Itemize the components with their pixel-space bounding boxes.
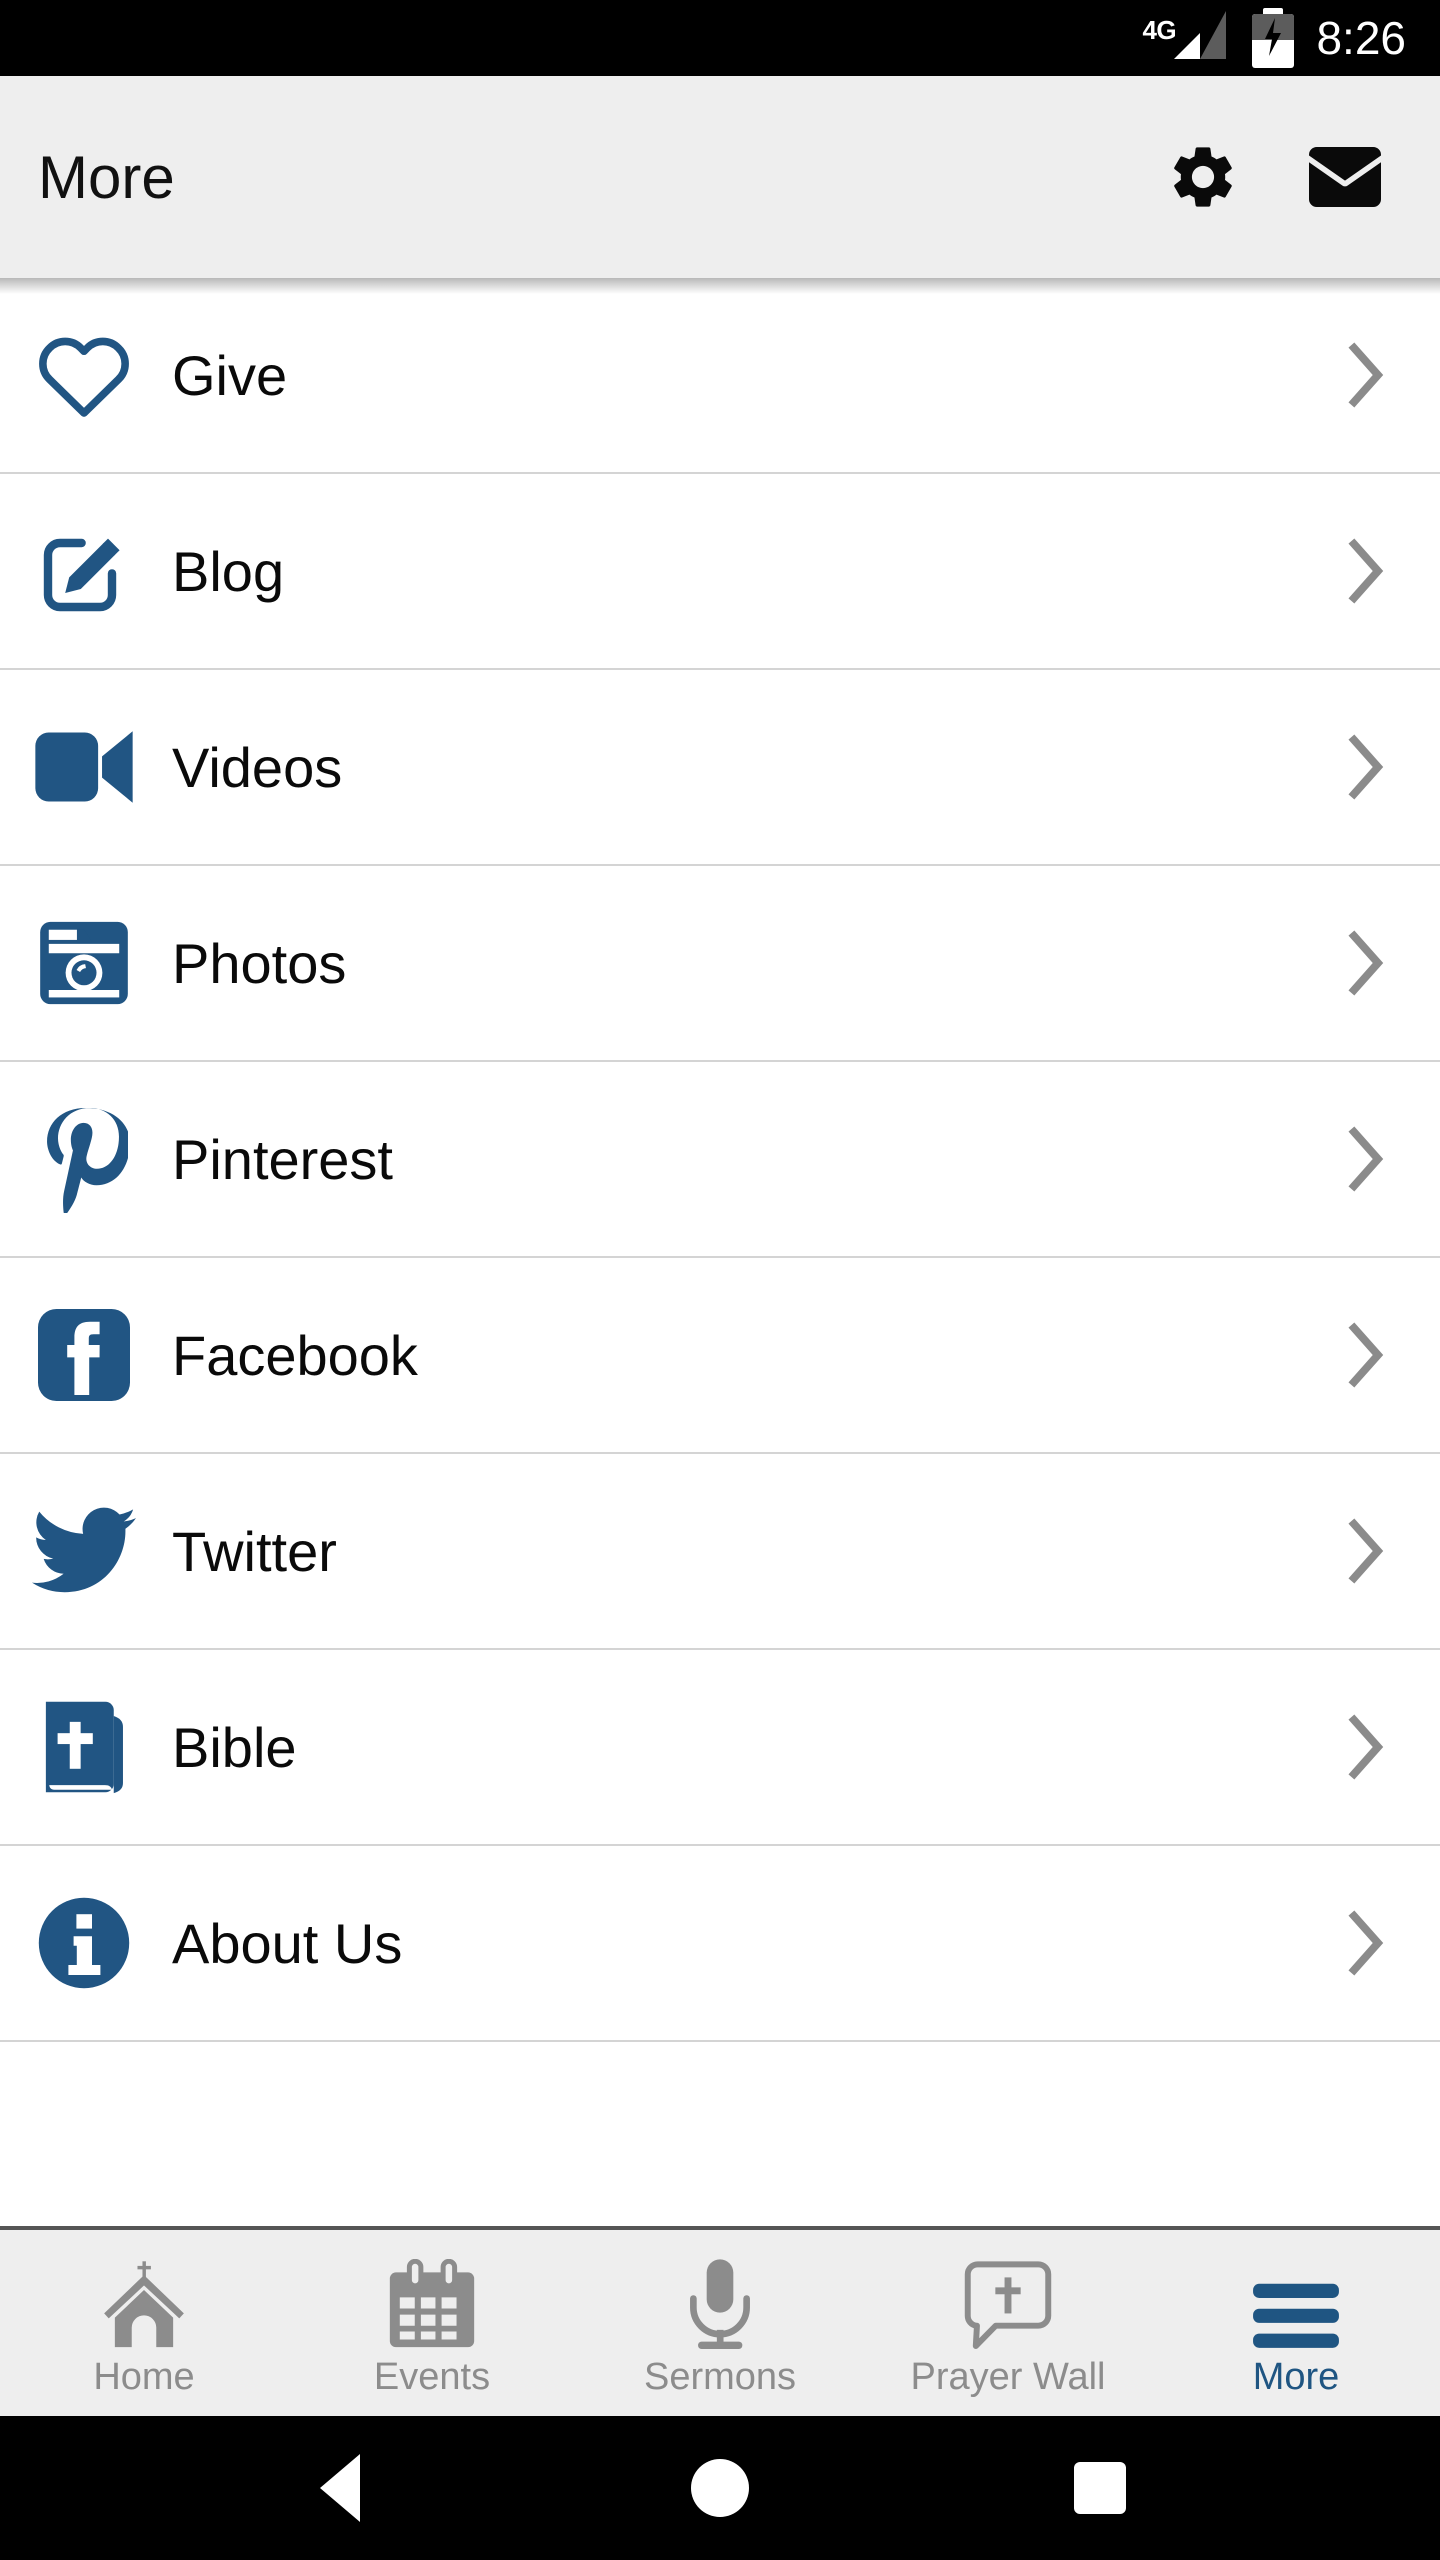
chevron-right-icon bbox=[1336, 1515, 1396, 1587]
list-item-bible[interactable]: Bible bbox=[0, 1650, 1440, 1846]
list-item-blog[interactable]: Blog bbox=[0, 474, 1440, 670]
list-item-label: Facebook bbox=[172, 1323, 418, 1387]
tab-prayer-wall[interactable]: Prayer Wall bbox=[864, 2230, 1152, 2416]
status-bar: 4G 8:26 bbox=[0, 0, 1440, 76]
church-icon bbox=[98, 2255, 190, 2351]
tab-sermons[interactable]: Sermons bbox=[576, 2230, 864, 2416]
microphone-icon bbox=[684, 2255, 756, 2351]
tab-more[interactable]: More bbox=[1152, 2230, 1440, 2416]
status-bar-indicators: 4G 8:26 bbox=[1140, 8, 1406, 68]
envelope-icon[interactable] bbox=[1308, 140, 1382, 214]
camera-icon bbox=[0, 865, 168, 1061]
list-item-label: Videos bbox=[172, 735, 343, 799]
list-item-label: About Us bbox=[172, 1911, 403, 1975]
network-type-label: 4G bbox=[1142, 15, 1177, 45]
chevron-right-icon bbox=[1336, 535, 1396, 607]
tab-home[interactable]: Home bbox=[0, 2230, 288, 2416]
home-circle-icon[interactable] bbox=[660, 2428, 780, 2548]
facebook-icon bbox=[0, 1257, 168, 1453]
list-item-label: Bible bbox=[172, 1715, 297, 1779]
tab-label: More bbox=[1252, 2356, 1340, 2399]
hamburger-menu-icon bbox=[1250, 2255, 1342, 2351]
tab-label: Events bbox=[373, 2356, 491, 2399]
twitter-bird-icon bbox=[0, 1453, 168, 1649]
signal-triangle-icon bbox=[1174, 11, 1227, 59]
chevron-right-icon bbox=[1336, 1123, 1396, 1195]
more-menu-list: Give Blog Videos Photos Pinterest Facebo… bbox=[0, 278, 1440, 2226]
list-item-pinterest[interactable]: Pinterest bbox=[0, 1062, 1440, 1258]
info-circle-icon bbox=[0, 1845, 168, 2041]
list-item-facebook[interactable]: Facebook bbox=[0, 1258, 1440, 1454]
list-item-about-us[interactable]: About Us bbox=[0, 1846, 1440, 2042]
list-item-give[interactable]: Give bbox=[0, 278, 1440, 474]
tab-label: Home bbox=[93, 2356, 195, 2399]
status-bar-clock: 8:26 bbox=[1316, 12, 1406, 64]
list-item-label: Give bbox=[172, 343, 288, 407]
chevron-right-icon bbox=[1336, 731, 1396, 803]
list-item-label: Twitter bbox=[172, 1519, 337, 1583]
tab-label: Sermons bbox=[643, 2356, 797, 2399]
tab-label: Prayer Wall bbox=[910, 2356, 1106, 2399]
pinterest-icon bbox=[0, 1061, 168, 1257]
chevron-right-icon bbox=[1336, 339, 1396, 411]
video-camera-icon bbox=[0, 669, 168, 865]
app-header: More bbox=[0, 76, 1440, 294]
chevron-right-icon bbox=[1336, 1711, 1396, 1783]
chevron-right-icon bbox=[1336, 1319, 1396, 1391]
tab-events[interactable]: Events bbox=[288, 2230, 576, 2416]
speech-cross-icon bbox=[963, 2255, 1053, 2351]
battery-charging-icon bbox=[1252, 8, 1295, 68]
pencil-square-icon bbox=[0, 473, 168, 669]
charging-bolt-icon bbox=[1265, 18, 1282, 56]
chevron-right-icon bbox=[1336, 1907, 1396, 1979]
list-item-photos[interactable]: Photos bbox=[0, 866, 1440, 1062]
list-item-videos[interactable]: Videos bbox=[0, 670, 1440, 866]
chevron-right-icon bbox=[1336, 927, 1396, 999]
header-actions bbox=[1166, 140, 1400, 214]
calendar-icon bbox=[389, 2255, 475, 2351]
list-item-label: Pinterest bbox=[172, 1127, 393, 1191]
bottom-tab-bar: Home Events Sermons Prayer Wall More bbox=[0, 2226, 1440, 2416]
heart-outline-icon bbox=[0, 278, 168, 473]
list-item-label: Blog bbox=[172, 539, 285, 603]
page-title: More bbox=[38, 143, 175, 211]
bible-book-icon bbox=[0, 1649, 168, 1845]
android-nav-bar bbox=[0, 2416, 1440, 2560]
list-item-twitter[interactable]: Twitter bbox=[0, 1454, 1440, 1650]
signal-bars-icon: 4G bbox=[1140, 11, 1230, 65]
back-triangle-icon[interactable] bbox=[280, 2428, 400, 2548]
gear-icon[interactable] bbox=[1166, 140, 1240, 214]
recents-square-icon[interactable] bbox=[1040, 2428, 1160, 2548]
app-root: 4G 8:26 More Give Blog Videos Photos Pin… bbox=[0, 0, 1440, 2560]
list-item-label: Photos bbox=[172, 931, 347, 995]
